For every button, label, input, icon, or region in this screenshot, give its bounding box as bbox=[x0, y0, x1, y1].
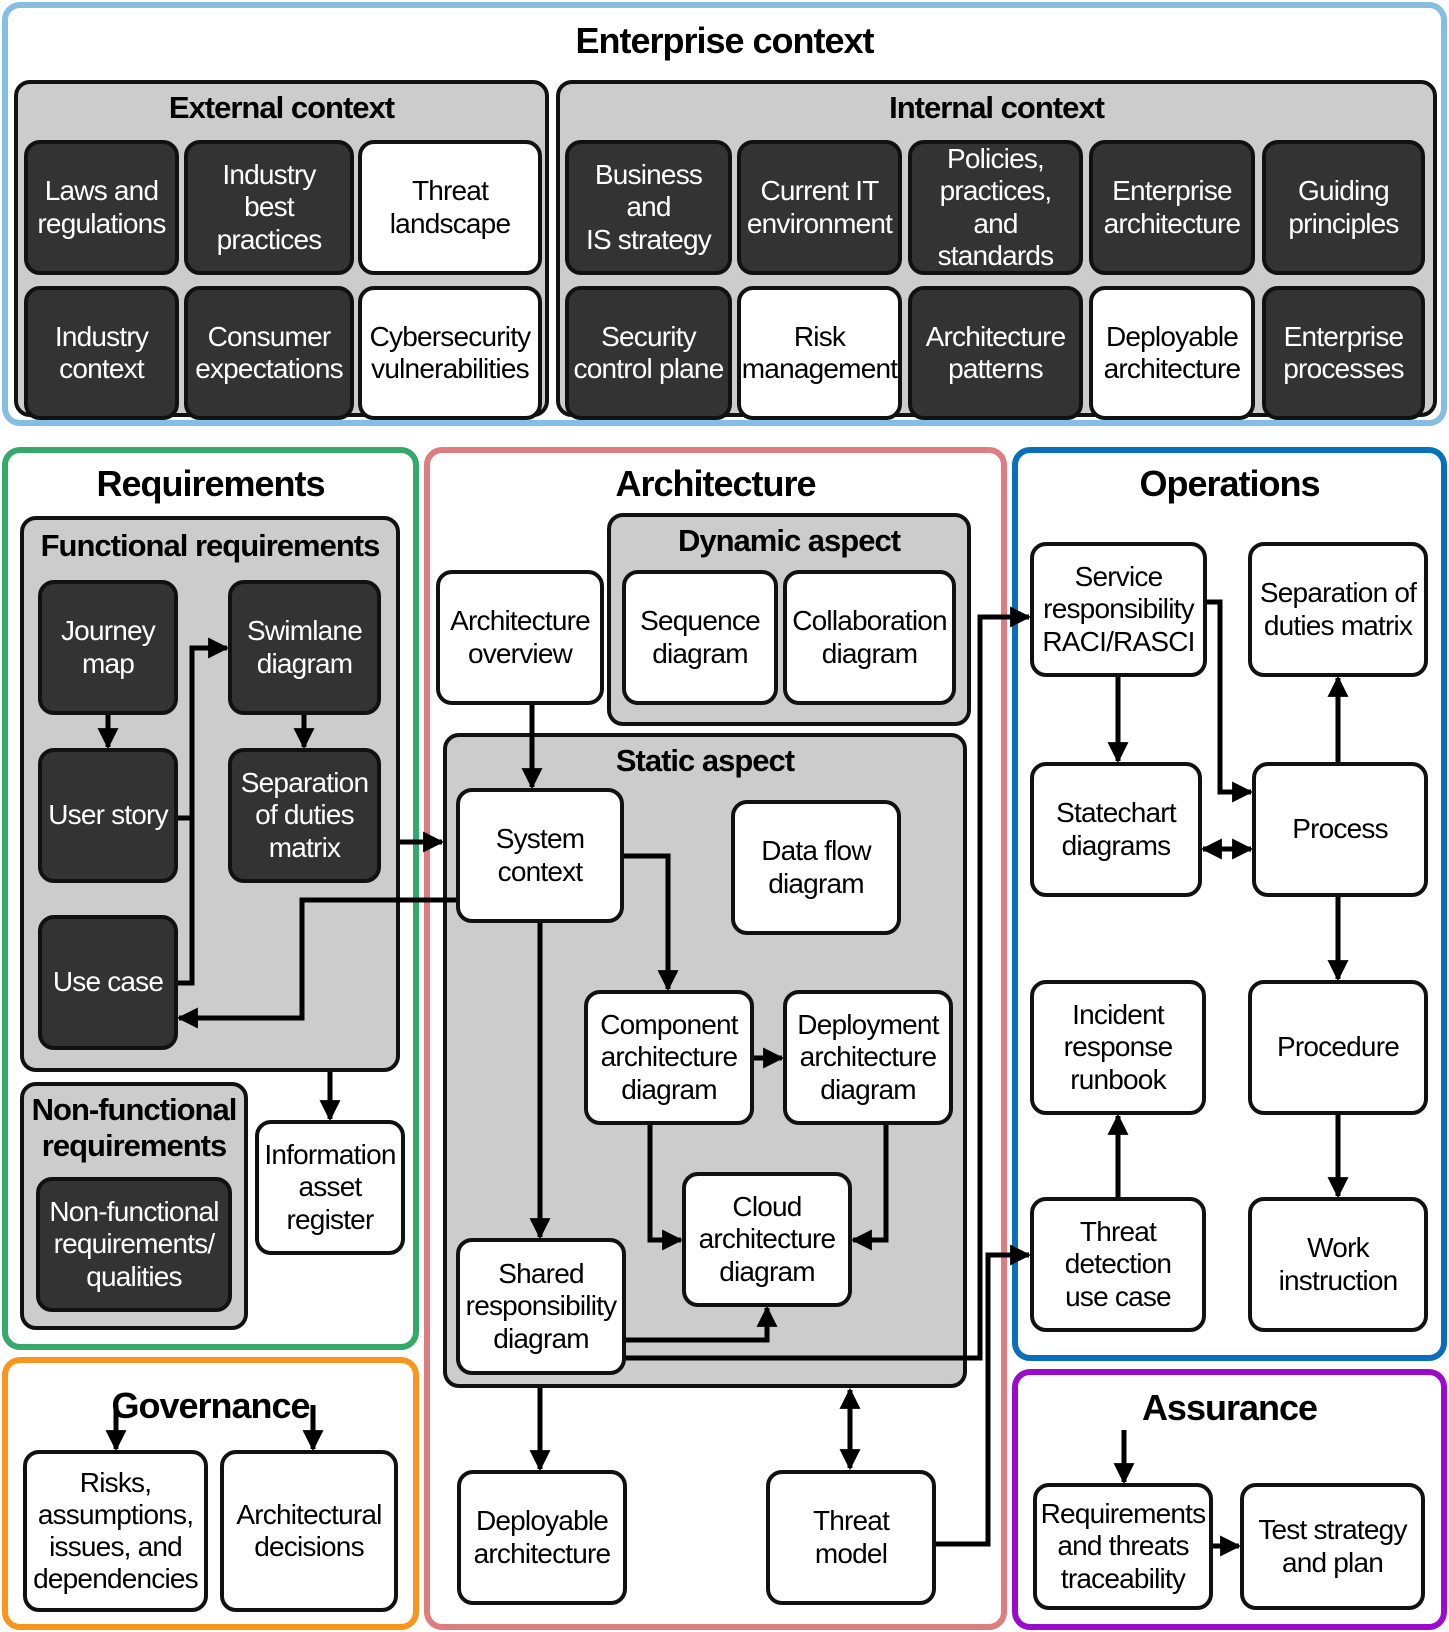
enterprise-context-title: Enterprise context bbox=[575, 20, 874, 61]
non-functional-requirements-title: Non-functional requirements bbox=[31, 1092, 238, 1163]
internal-context-title: Internal context bbox=[889, 90, 1105, 125]
functional-requirements-title: Functional requirements bbox=[40, 528, 381, 563]
current-it-environment-box[interactable]: Current IT environment bbox=[737, 140, 902, 275]
enterprise-processes-box[interactable]: Enterprise processes bbox=[1262, 286, 1425, 420]
dynamic-aspect-title: Dynamic aspect bbox=[677, 523, 901, 558]
separation-of-duties-ops-box[interactable]: Separation of duties matrix bbox=[1248, 542, 1428, 677]
requirements-threats-traceability-box[interactable]: Requirements and threats traceability bbox=[1033, 1483, 1213, 1610]
cloud-architecture-diagram-box[interactable]: Cloud architecture diagram bbox=[682, 1172, 852, 1307]
consumer-expectations-box[interactable]: Consumer expectations bbox=[184, 286, 354, 420]
deployment-architecture-diagram-box[interactable]: Deployment architecture diagram bbox=[783, 990, 953, 1125]
swimlane-diagram-box[interactable]: Swimlane diagram bbox=[228, 580, 381, 715]
process-box[interactable]: Process bbox=[1252, 762, 1428, 897]
static-aspect-title: Static aspect bbox=[615, 743, 795, 778]
incident-response-runbook-box[interactable]: Incident response runbook bbox=[1030, 980, 1206, 1115]
laws-and-regulations-box[interactable]: Laws and regulations bbox=[24, 140, 179, 275]
test-strategy-plan-box[interactable]: Test strategy and plan bbox=[1240, 1483, 1425, 1610]
architecture-overview-box[interactable]: Architecture overview bbox=[436, 570, 604, 705]
policies-practices-standards-box[interactable]: Policies, practices, and standards bbox=[908, 140, 1083, 275]
industry-context-box[interactable]: Industry context bbox=[24, 286, 179, 420]
risk-management-box[interactable]: Risk management bbox=[737, 286, 902, 420]
journey-map-box[interactable]: Journey map bbox=[38, 580, 178, 715]
architecture-title: Architecture bbox=[615, 463, 816, 504]
use-case-box[interactable]: Use case bbox=[38, 915, 178, 1050]
assurance-title: Assurance bbox=[1141, 1387, 1318, 1428]
operations-title: Operations bbox=[1139, 463, 1320, 504]
non-functional-qualities-box[interactable]: Non-functional requirements/ qualities bbox=[36, 1177, 232, 1312]
work-instruction-box[interactable]: Work instruction bbox=[1248, 1197, 1428, 1332]
component-architecture-diagram-box[interactable]: Component architecture diagram bbox=[584, 990, 754, 1125]
architecture-patterns-box[interactable]: Architecture patterns bbox=[908, 286, 1083, 420]
system-context-box[interactable]: System context bbox=[456, 788, 624, 923]
architectural-decisions-box[interactable]: Architectural decisions bbox=[220, 1450, 398, 1612]
collaboration-diagram-box[interactable]: Collaboration diagram bbox=[783, 570, 956, 705]
statechart-diagrams-box[interactable]: Statechart diagrams bbox=[1030, 762, 1202, 897]
enterprise-architecture-box[interactable]: Enterprise architecture bbox=[1089, 140, 1255, 275]
requirements-title: Requirements bbox=[96, 463, 325, 504]
guiding-principles-box[interactable]: Guiding principles bbox=[1262, 140, 1425, 275]
threat-landscape-box[interactable]: Threat landscape bbox=[358, 140, 542, 275]
industry-best-practices-box[interactable]: Industry best practices bbox=[184, 140, 354, 275]
business-is-strategy-box[interactable]: Business and IS strategy bbox=[565, 140, 732, 275]
security-control-plane-box[interactable]: Security control plane bbox=[565, 286, 732, 420]
sequence-diagram-box[interactable]: Sequence diagram bbox=[622, 570, 778, 705]
service-responsibility-box[interactable]: Service responsibility RACI/RASCI bbox=[1030, 542, 1207, 677]
risks-assumptions-box[interactable]: Risks, assumptions, issues, and dependen… bbox=[23, 1450, 208, 1612]
data-flow-diagram-box[interactable]: Data flow diagram bbox=[731, 800, 901, 935]
deployable-architecture-box[interactable]: Deployable architecture bbox=[457, 1470, 627, 1605]
threat-detection-use-case-box[interactable]: Threat detection use case bbox=[1030, 1197, 1206, 1332]
separation-of-duties-req-box[interactable]: Separation of duties matrix bbox=[228, 748, 381, 883]
threat-model-box[interactable]: Threat model bbox=[766, 1470, 936, 1605]
deployable-architecture-context-box[interactable]: Deployable architecture bbox=[1089, 286, 1255, 420]
external-context-title: External context bbox=[168, 90, 395, 125]
procedure-box[interactable]: Procedure bbox=[1248, 980, 1428, 1115]
user-story-box[interactable]: User story bbox=[38, 748, 178, 883]
shared-responsibility-diagram-box[interactable]: Shared responsibility diagram bbox=[456, 1238, 626, 1375]
governance-title: Governance bbox=[111, 1385, 310, 1426]
information-asset-register-box[interactable]: Information asset register bbox=[255, 1120, 405, 1255]
cybersecurity-vulnerabilities-box[interactable]: Cybersecurity vulnerabilities bbox=[358, 286, 542, 420]
